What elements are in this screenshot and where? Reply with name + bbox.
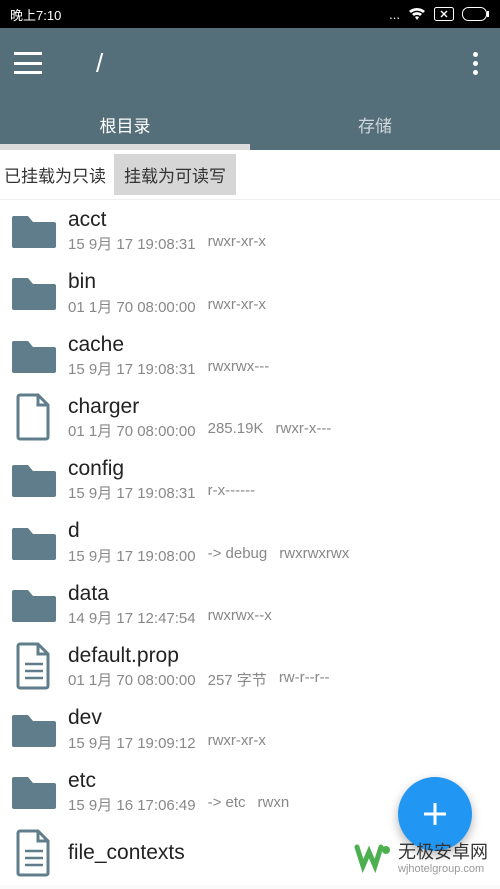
file-name: data (68, 580, 490, 607)
file-meta: 15 9月 17 19:08:31 rwxr-xr-x (68, 233, 490, 254)
file-meta-part: 15 9月 17 19:08:31 (68, 358, 196, 379)
cellular-icon: ... (389, 7, 400, 22)
toolbar: / (0, 28, 500, 98)
more-icon[interactable] (465, 44, 486, 83)
file-info: config 15 9月 17 19:08:31 r-x------ (68, 455, 490, 503)
folder-icon (10, 580, 58, 628)
file-meta-part: rw-r--r-- (279, 669, 330, 690)
file-meta: 01 1月 70 08:00:00 285.19K rwxr-x--- (68, 420, 490, 441)
file-meta: 15 9月 17 19:08:31 rwxrwx--- (68, 358, 490, 379)
file-meta: 15 9月 17 19:09:12 rwxr-xr-x (68, 732, 490, 753)
file-meta-part: rwxr-xr-x (208, 233, 266, 254)
tab-storage[interactable]: 存储 (250, 98, 500, 150)
file-info: dev 15 9月 17 19:09:12 rwxr-xr-x (68, 704, 490, 752)
file-info: acct 15 9月 17 19:08:31 rwxr-xr-x (68, 206, 490, 254)
file-meta-part: rwxr-xr-x (208, 296, 266, 317)
mount-bar: 已挂载为只读 挂载为可读写 (0, 150, 500, 200)
folder-icon (10, 705, 58, 753)
file-meta-part: 15 9月 17 19:08:00 (68, 545, 196, 566)
app-bar: / 根目录 存储 (0, 28, 500, 150)
file-icon (10, 393, 58, 441)
wifi-icon (408, 7, 426, 21)
file-meta-part: rwxr-x--- (276, 420, 332, 441)
file-name: d (68, 517, 490, 544)
file-info: bin 01 1月 70 08:00:00 rwxr-xr-x (68, 268, 490, 316)
file-info: charger 01 1月 70 08:00:00 285.19K rwxr-x--… (68, 393, 490, 441)
tabs: 根目录 存储 (0, 98, 500, 150)
plus-icon (420, 799, 450, 829)
list-item[interactable]: acct 15 9月 17 19:08:31 rwxr-xr-x (0, 200, 500, 262)
file-meta-part: rwxrwx--- (208, 358, 270, 379)
file-meta-part: 257 字节 (208, 669, 267, 690)
file-meta-part: 285.19K (208, 420, 264, 441)
folder-icon (10, 206, 58, 254)
file-meta-part: 01 1月 70 08:00:00 (68, 420, 196, 441)
tab-root[interactable]: 根目录 (0, 98, 250, 150)
file-meta-part: 15 9月 17 19:09:12 (68, 732, 196, 753)
file-name: acct (68, 206, 490, 233)
folder-icon (10, 331, 58, 379)
close-box-icon (434, 7, 454, 21)
file-name: charger (68, 393, 490, 420)
file-meta-part: 15 9月 17 19:08:31 (68, 233, 196, 254)
file-info: default.prop 01 1月 70 08:00:00 257 字节 rw-r… (68, 642, 490, 690)
add-button[interactable] (398, 777, 472, 851)
file-meta-part: rwxrwxrwx (279, 545, 349, 566)
file-meta-part: rwxrwx--x (208, 607, 272, 628)
file-meta-part: rwxn (258, 794, 290, 815)
list-item[interactable]: default.prop 01 1月 70 08:00:00 257 字节 rw-r… (0, 636, 500, 698)
file-name: dev (68, 704, 490, 731)
list-item[interactable]: data 14 9月 17 12:47:54 rwxrwx--x (0, 574, 500, 636)
file-info: cache 15 9月 17 19:08:31 rwxrwx--- (68, 331, 490, 379)
battery-icon (462, 7, 490, 21)
status-bar: 晚上7:10 ... (0, 0, 500, 28)
file-meta: 15 9月 17 19:08:00 -> debug rwxrwxrwx (68, 545, 490, 566)
file-meta-part: rwxr-xr-x (208, 732, 266, 753)
mount-status: 已挂载为只读 (4, 162, 106, 187)
list-item[interactable]: charger 01 1月 70 08:00:00 285.19K rwxr-x--… (0, 387, 500, 449)
file-name: cache (68, 331, 490, 358)
file-meta: 14 9月 17 12:47:54 rwxrwx--x (68, 607, 490, 628)
file-meta: 01 1月 70 08:00:00 257 字节 rw-r--r-- (68, 669, 490, 690)
file-meta-part: 15 9月 16 17:06:49 (68, 794, 196, 815)
file-info: data 14 9月 17 12:47:54 rwxrwx--x (68, 580, 490, 628)
file-meta: 01 1月 70 08:00:00 rwxr-xr-x (68, 296, 490, 317)
folder-icon (10, 767, 58, 815)
file-name: config (68, 455, 490, 482)
file-meta-part: -> etc (208, 794, 246, 815)
status-icons: ... (389, 7, 490, 22)
list-item[interactable]: d 15 9月 17 19:08:00 -> debug rwxrwxrwx (0, 511, 500, 573)
list-item[interactable]: dev 15 9月 17 19:09:12 rwxr-xr-x (0, 698, 500, 760)
file-meta-part: 15 9月 17 19:08:31 (68, 482, 196, 503)
file-meta: 15 9月 17 19:08:31 r-x------ (68, 482, 490, 503)
list-item[interactable]: bin 01 1月 70 08:00:00 rwxr-xr-x (0, 262, 500, 324)
file-meta-part: 14 9月 17 12:47:54 (68, 607, 196, 628)
folder-icon (10, 455, 58, 503)
path-title: / (96, 48, 103, 79)
list-item[interactable]: config 15 9月 17 19:08:31 r-x------ (0, 449, 500, 511)
mount-rw-button[interactable]: 挂载为可读写 (114, 154, 236, 195)
file-name: default.prop (68, 642, 490, 669)
menu-icon[interactable] (14, 52, 42, 74)
file-meta-part: 01 1月 70 08:00:00 (68, 669, 196, 690)
file-info: d 15 9月 17 19:08:00 -> debug rwxrwxrwx (68, 517, 490, 565)
file-meta-part: r-x------ (208, 482, 255, 503)
text-icon (10, 642, 58, 690)
folder-icon (10, 268, 58, 316)
status-time: 晚上7:10 (10, 5, 61, 24)
file-meta-part: 01 1月 70 08:00:00 (68, 296, 196, 317)
list-item[interactable]: cache 15 9月 17 19:08:31 rwxrwx--- (0, 325, 500, 387)
file-name: bin (68, 268, 490, 295)
folder-icon (10, 518, 58, 566)
file-meta-part: -> debug (208, 545, 268, 566)
text-icon (10, 829, 58, 877)
